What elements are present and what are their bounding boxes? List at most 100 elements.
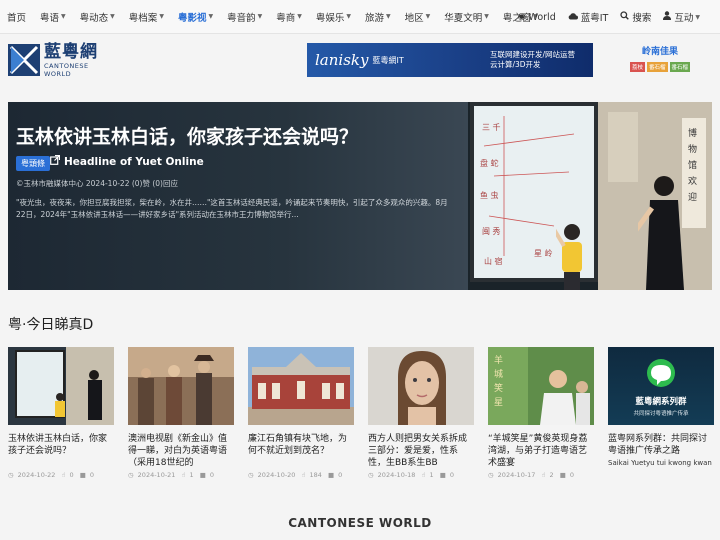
card-title[interactable]: 廉江石角镇有块飞地，为何不就近划到茂名？: [248, 433, 354, 469]
nav-item[interactable]: 粤档案 ▼: [122, 0, 171, 34]
hero-link-text: Headline of Yuet Online: [64, 155, 204, 168]
thumb-up-icon: ☝: [181, 471, 186, 479]
hero-title[interactable]: 玉林依讲玉林白话，你家孩子还会说吗？: [16, 122, 358, 149]
nav-item[interactable]: 粤影视 ▼: [171, 0, 220, 34]
card-comments: 0: [209, 471, 215, 479]
chevron-down-icon: ▼: [346, 13, 351, 20]
chevron-down-icon: ▼: [110, 13, 115, 20]
svg-text:物: 物: [688, 143, 697, 155]
thumb-up-icon: ☝: [421, 471, 426, 479]
nav-item[interactable]: 粤商 ▼: [269, 0, 309, 34]
interact-menu[interactable]: 互动 ▼: [657, 0, 706, 34]
chevron-down-icon: ▼: [297, 13, 302, 20]
world-link[interactable]: ◉ World: [512, 0, 562, 34]
card-thumbnail[interactable]: [248, 347, 354, 425]
side-ad-tag[interactable]: 荔枝: [629, 62, 645, 72]
nav-item[interactable]: 粤语 ▼: [33, 0, 73, 34]
nav-item[interactable]: 粤娱乐 ▼: [309, 0, 358, 34]
side-ad[interactable]: 岭南佳果 荔枝 番石榴 番石榴: [620, 44, 700, 72]
clock-icon: ◷: [128, 471, 134, 479]
side-ad-title: 岭南佳果: [641, 47, 678, 57]
nav-item[interactable]: 粤动态 ▼: [73, 0, 122, 34]
card-date: 2024-10-20: [257, 471, 296, 479]
card-thumbnail[interactable]: [368, 347, 474, 425]
svg-text:盘 蛇: 盘 蛇: [480, 158, 499, 168]
section-title: 粤·今日睇真D: [8, 317, 94, 333]
card-meta: ◷ 2024-10-22 ☝ 0 ■ 0: [8, 471, 114, 479]
card-thumbnail[interactable]: 藍粵網系列群 共同探讨粤语推广传承: [608, 347, 714, 425]
card-title[interactable]: 西方人则把男女关系拆成三部分：爱是爱，性系性，生BB系生BB: [368, 433, 474, 469]
clock-icon: ◷: [248, 471, 254, 479]
svg-text:山 宿: 山 宿: [484, 256, 503, 266]
card-date: 2024-10-18: [377, 471, 416, 479]
user-icon: [663, 11, 672, 23]
card-title[interactable]: “羊城笑星”黄俊英现身荔湾湖，与弟子打造粤语艺术盛宴: [488, 433, 594, 469]
clock-icon: ◷: [488, 471, 494, 479]
header-banner-ad[interactable]: lanisky 藍粵網IT 互联网建设开发/网站运营 云计算/3D开发: [307, 43, 593, 77]
comment-icon: ■: [79, 471, 86, 479]
side-ad-tag[interactable]: 番石榴: [669, 62, 691, 72]
it-link[interactable]: 蓝粤IT: [562, 0, 615, 34]
article-card[interactable]: 廉江石角镇有块飞地，为何不就近划到茂名？ ◷ 2024-10-20 ☝ 184 ■ 0: [248, 347, 354, 479]
comment-icon: ■: [559, 471, 566, 479]
chevron-down-icon: ▼: [695, 13, 700, 21]
world-label: World: [528, 11, 556, 23]
side-ad-tags: 荔枝 番石榴 番石榴: [620, 62, 700, 72]
card-thumbnail[interactable]: [8, 347, 114, 425]
site-logo[interactable]: 藍粵網 CANTONESE WORLD: [8, 42, 112, 78]
banner-line-2: 云计算/3D开发: [489, 60, 541, 69]
comment-icon: ■: [199, 471, 206, 479]
nav-item[interactable]: 粤音韵 ▼: [220, 0, 269, 34]
card-title[interactable]: 蓝粤网系列群：共同探讨粤语推广传承之路: [608, 433, 714, 457]
article-card[interactable]: 澳洲电视剧《新金山》值得一睇，对白为英语粤语（采用18世纪的 ◷ 2024-10-…: [128, 347, 234, 479]
nav-menu: 首页 粤语 ▼ 粤动态 ▼ 粤档案 ▼ 粤影视 ▼ 粤音韵 ▼ 粤商 ▼ 粤娱乐 ▼ 旅游 ▼ 地区 ▼ 华夏文明 ▼ 粤…: [0, 0, 545, 34]
nav-item[interactable]: 地区 ▼: [398, 0, 438, 34]
nav-item-label: 粤影视: [177, 12, 207, 24]
globe-icon: ◉: [517, 12, 526, 22]
card-meta: ◷ 2024-10-20 ☝ 184 ■ 0: [248, 471, 354, 479]
nav-item[interactable]: 首页: [0, 0, 33, 34]
article-card[interactable]: 羊城笑星 “羊城笑星”黄俊英现身荔湾湖，与弟子打造粤语艺术盛宴 ◷ 2024-10…: [488, 347, 594, 479]
comment-icon: ■: [439, 471, 446, 479]
hero-teacher-figure: [633, 174, 688, 290]
card-comments: 0: [569, 471, 575, 479]
card-likes: 184: [309, 471, 322, 479]
thumb-up-icon: ☝: [61, 471, 66, 479]
chevron-down-icon: ▼: [61, 13, 66, 20]
nav-item[interactable]: 华夏文明 ▼: [437, 0, 496, 34]
article-card[interactable]: 玉林依讲玉林白话，你家孩子还会说吗？ ◷ 2024-10-22 ☝ 0 ■ 0: [8, 347, 114, 479]
card-likes: 2: [549, 471, 554, 479]
card-likes: 0: [69, 471, 74, 479]
hero-category-badge[interactable]: 粤頭條: [16, 156, 50, 171]
banner-line-1: 互联网建设开发/网站运营: [489, 50, 575, 59]
side-ad-tag[interactable]: 番石榴: [646, 62, 668, 72]
card-thumbnail[interactable]: 羊城笑星: [488, 347, 594, 425]
svg-text:欢: 欢: [688, 175, 697, 187]
article-card[interactable]: 西方人则把男女关系拆成三部分：爱是爱，性系性，生BB系生BB ◷ 2024-10-…: [368, 347, 474, 479]
card-likes: 1: [429, 471, 434, 479]
nav-item-label: 首页: [7, 12, 27, 24]
footer-title: CANTONESE WORLD: [288, 516, 432, 530]
search-link[interactable]: 搜索: [614, 0, 657, 34]
svg-text:城: 城: [494, 369, 503, 380]
svg-text:三 千: 三 千: [482, 122, 501, 132]
chevron-down-icon: ▼: [159, 13, 164, 20]
card-title[interactable]: 澳洲电视剧《新金山》值得一睇，对白为英语粤语（采用18世纪的: [128, 433, 234, 469]
nav-item[interactable]: 旅游 ▼: [358, 0, 398, 34]
card-thumbnail[interactable]: [128, 347, 234, 425]
article-card[interactable]: 藍粵網系列群 共同探讨粤语推广传承 蓝粤网系列群：共同探讨粤语推广传承之路 Sa…: [608, 347, 714, 479]
nav-item-label: 旅游: [365, 12, 385, 24]
svg-text:馆: 馆: [688, 159, 697, 171]
hero-source-link[interactable]: Headline of Yuet Online: [50, 154, 204, 168]
card-subtitle: Saikai Yuetyu tui kwong kwan: [608, 459, 712, 467]
external-link-icon: [50, 154, 61, 168]
hero-feature[interactable]: 三 千 盘 蛇 鱼 虫 闽 秀 山 宿 星 岭 博物馆欢迎 玉林依讲玉林白话，你…: [8, 102, 712, 290]
svg-text:星 岭: 星 岭: [534, 248, 553, 258]
card-date: 2024-10-17: [497, 471, 536, 479]
search-icon: [620, 11, 630, 23]
top-navigation: 首页 粤语 ▼ 粤动态 ▼ 粤档案 ▼ 粤影视 ▼ 粤音韵 ▼ 粤商 ▼ 粤娱乐 ▼ 旅游 ▼ 地区 ▼ 华夏文明 ▼ 粤…: [0, 0, 720, 34]
card-date: 2024-10-21: [137, 471, 176, 479]
svg-text:鱼 虫: 鱼 虫: [480, 190, 499, 200]
nav-item-label: 粤语: [40, 12, 60, 24]
card-title[interactable]: 玉林依讲玉林白话，你家孩子还会说吗？: [8, 433, 114, 469]
